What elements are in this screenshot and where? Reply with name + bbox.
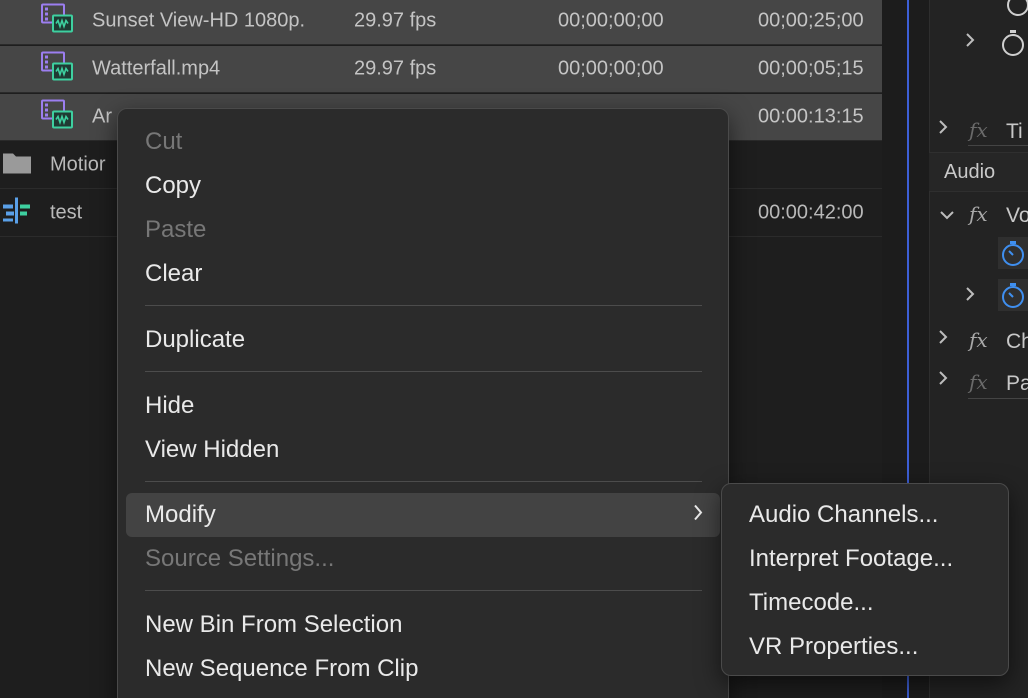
menu-separator <box>145 371 702 372</box>
chevron-down-icon[interactable] <box>939 205 955 226</box>
divider <box>968 398 1028 399</box>
menu-item-label: Interpret Footage... <box>749 545 954 572</box>
folder-icon <box>2 151 32 180</box>
effect-label: Ch <box>1006 330 1028 353</box>
stopwatch-icon[interactable] <box>1000 28 1028 63</box>
stopwatch-icon[interactable] <box>1005 0 1028 23</box>
project-item-row[interactable]: Watterfall.mp4 29.97 fps 00;00;00;00 00;… <box>0 46 882 93</box>
stopwatch-icon[interactable] <box>998 237 1028 269</box>
menu-item-label: Modify <box>145 501 216 528</box>
bin-name: Motior <box>50 153 106 176</box>
chevron-right-icon[interactable] <box>964 32 976 53</box>
menu-item-paste[interactable]: Paste <box>126 208 720 252</box>
submenu-item-timecode[interactable]: Timecode... <box>730 581 1000 625</box>
fx-icon: fx <box>969 370 988 394</box>
effect-label: Vo <box>1006 204 1028 227</box>
chevron-right-icon <box>692 504 704 527</box>
sequence-icon <box>2 197 32 230</box>
context-menu: Cut Copy Paste Clear Duplicate Hide View… <box>117 108 729 698</box>
menu-separator <box>145 590 702 591</box>
menu-item-modify[interactable]: Modify <box>126 493 720 537</box>
menu-item-label: New Sequence From Clip <box>145 655 419 682</box>
chevron-right-icon[interactable] <box>937 370 949 391</box>
menu-item-clear[interactable]: Clear <box>126 252 720 296</box>
menu-item-label: Clear <box>145 260 203 287</box>
menu-item-label: Hide <box>145 392 195 419</box>
menu-item-label: New Bin From Selection <box>145 611 403 638</box>
menu-item-cut[interactable]: Cut <box>126 120 720 164</box>
menu-item-label: Timecode... <box>749 589 874 616</box>
menu-item-label: Cut <box>145 128 183 155</box>
menu-item-source-settings[interactable]: Source Settings... <box>126 537 720 581</box>
fx-icon: fx <box>969 118 988 142</box>
menu-separator <box>145 481 702 482</box>
item-name: Watterfall.mp4 <box>92 57 221 80</box>
menu-item-label: Duplicate <box>145 326 246 353</box>
chevron-right-icon[interactable] <box>937 329 949 350</box>
fx-icon: fx <box>969 202 988 226</box>
sequence-name: test <box>50 201 83 224</box>
stopwatch-icon[interactable] <box>998 279 1028 311</box>
video-clip-icon <box>41 51 73 87</box>
item-duration: 00:00:42:00 <box>758 201 864 224</box>
submenu-item-interpret-footage[interactable]: Interpret Footage... <box>730 537 1000 581</box>
effect-label: Pa <box>1006 372 1028 395</box>
menu-item-copy[interactable]: Copy <box>126 164 720 208</box>
menu-item-label: VR Properties... <box>749 633 919 660</box>
menu-separator <box>145 305 702 306</box>
item-frame-rate: 29.97 fps <box>354 9 437 32</box>
audio-section-header: Audio <box>929 152 1028 192</box>
item-duration: 00;00;25;00 <box>758 9 864 32</box>
fx-icon: fx <box>969 328 988 352</box>
menu-item-new-bin-from-selection[interactable]: New Bin From Selection <box>126 603 720 647</box>
project-item-row[interactable]: Sunset View-HD 1080p. 29.97 fps 00;00;00… <box>0 0 882 45</box>
video-clip-icon <box>41 3 73 39</box>
chevron-right-icon[interactable] <box>964 286 976 307</box>
menu-item-label: Source Settings... <box>145 545 335 572</box>
menu-item-duplicate[interactable]: Duplicate <box>126 318 720 362</box>
menu-item-label: Paste <box>145 216 207 243</box>
submenu-item-vr-properties[interactable]: VR Properties... <box>730 625 1000 669</box>
item-frame-rate: 29.97 fps <box>354 57 437 80</box>
item-name: Ar <box>92 105 112 128</box>
modify-submenu: Audio Channels... Interpret Footage... T… <box>721 483 1009 676</box>
chevron-right-icon[interactable] <box>937 119 949 140</box>
menu-item-view-hidden[interactable]: View Hidden <box>126 428 720 472</box>
divider <box>968 145 1028 146</box>
audio-header-label: Audio <box>944 161 996 183</box>
menu-item-label: Copy <box>145 172 202 199</box>
item-duration: 00:00:13:15 <box>758 105 864 128</box>
video-clip-icon <box>41 99 73 135</box>
item-media-start: 00;00;00;00 <box>558 57 664 80</box>
submenu-item-audio-channels[interactable]: Audio Channels... <box>730 493 1000 537</box>
effect-label: Ti <box>1006 120 1023 143</box>
menu-item-label: View Hidden <box>145 436 280 463</box>
item-name: Sunset View-HD 1080p. <box>92 9 306 32</box>
item-duration: 00;00;05;15 <box>758 57 864 80</box>
menu-item-label: Audio Channels... <box>749 501 939 528</box>
item-media-start: 00;00;00;00 <box>558 9 664 32</box>
menu-item-new-sequence-from-clip[interactable]: New Sequence From Clip <box>126 647 720 691</box>
menu-item-hide[interactable]: Hide <box>126 384 720 428</box>
